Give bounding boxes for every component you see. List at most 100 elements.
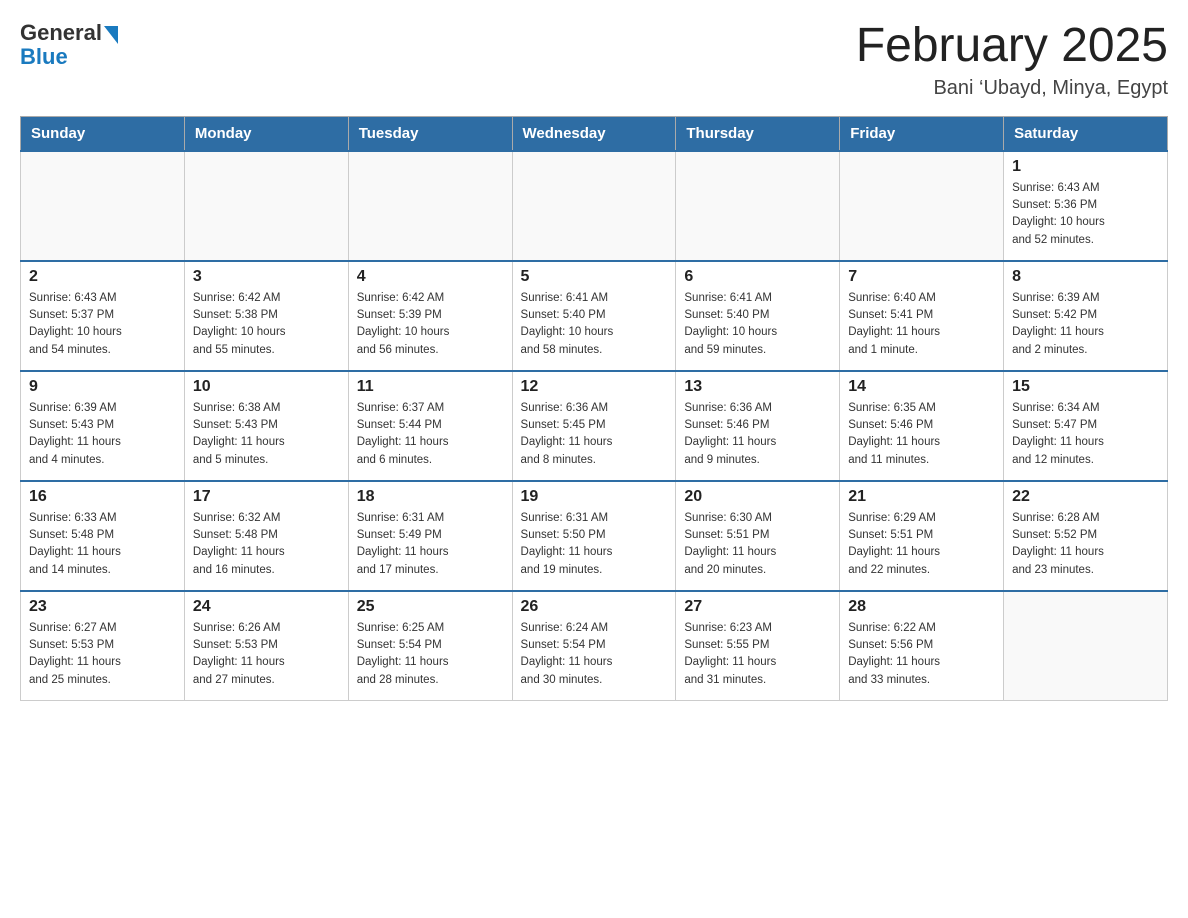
day-info: Sunrise: 6:26 AM Sunset: 5:53 PM Dayligh… <box>193 620 340 689</box>
calendar-cell: 21 Sunrise: 6:29 AM Sunset: 5:51 PM Dayli… <box>840 481 1004 591</box>
day-info: Sunrise: 6:31 AM Sunset: 5:50 PM Dayligh… <box>521 510 668 579</box>
day-info: Sunrise: 6:43 AM Sunset: 5:37 PM Dayligh… <box>29 290 176 359</box>
weekday-header-row: SundayMondayTuesdayWednesdayThursdayFrid… <box>21 116 1168 151</box>
month-title: February 2025 <box>856 20 1168 73</box>
weekday-header-saturday: Saturday <box>1004 116 1168 151</box>
day-number: 10 <box>193 378 340 396</box>
day-number: 9 <box>29 378 176 396</box>
calendar-cell <box>840 151 1004 261</box>
day-number: 15 <box>1012 378 1159 396</box>
calendar-cell: 3 Sunrise: 6:42 AM Sunset: 5:38 PM Daylig… <box>184 261 348 371</box>
logo-blue-text: Blue <box>20 44 68 70</box>
day-info: Sunrise: 6:31 AM Sunset: 5:49 PM Dayligh… <box>357 510 504 579</box>
day-info: Sunrise: 6:41 AM Sunset: 5:40 PM Dayligh… <box>684 290 831 359</box>
calendar-cell: 10Sunrise: 6:38 AM Sunset: 5:43 PM Dayli… <box>184 371 348 481</box>
day-number: 24 <box>193 598 340 616</box>
day-info: Sunrise: 6:24 AM Sunset: 5:54 PM Dayligh… <box>521 620 668 689</box>
calendar-cell: 28 Sunrise: 6:22 AM Sunset: 5:56 PM Dayli… <box>840 591 1004 701</box>
day-info: Sunrise: 6:40 AM Sunset: 5:41 PM Dayligh… <box>848 290 995 359</box>
weekday-header-tuesday: Tuesday <box>348 116 512 151</box>
day-info: Sunrise: 6:41 AM Sunset: 5:40 PM Dayligh… <box>521 290 668 359</box>
page-header: General Blue February 2025 Bani ‘Ubayd, … <box>20 20 1168 100</box>
location-title: Bani ‘Ubayd, Minya, Egypt <box>856 77 1168 100</box>
weekday-header-sunday: Sunday <box>21 116 185 151</box>
day-number: 18 <box>357 488 504 506</box>
calendar-cell: 13Sunrise: 6:36 AM Sunset: 5:46 PM Dayli… <box>676 371 840 481</box>
day-info: Sunrise: 6:36 AM Sunset: 5:45 PM Dayligh… <box>521 400 668 469</box>
calendar-cell: 12 Sunrise: 6:36 AM Sunset: 5:45 PM Dayli… <box>512 371 676 481</box>
day-number: 4 <box>357 268 504 286</box>
day-number: 2 <box>29 268 176 286</box>
day-number: 13 <box>684 378 831 396</box>
calendar-cell: 22Sunrise: 6:28 AM Sunset: 5:52 PM Dayli… <box>1004 481 1168 591</box>
calendar-cell: 19 Sunrise: 6:31 AM Sunset: 5:50 PM Dayli… <box>512 481 676 591</box>
logo-arrow-icon <box>104 26 118 44</box>
calendar-cell: 24 Sunrise: 6:26 AM Sunset: 5:53 PM Dayli… <box>184 591 348 701</box>
calendar-cell: 26 Sunrise: 6:24 AM Sunset: 5:54 PM Dayli… <box>512 591 676 701</box>
day-number: 7 <box>848 268 995 286</box>
calendar-cell: 17Sunrise: 6:32 AM Sunset: 5:48 PM Dayli… <box>184 481 348 591</box>
title-block: February 2025 Bani ‘Ubayd, Minya, Egypt <box>856 20 1168 100</box>
day-info: Sunrise: 6:33 AM Sunset: 5:48 PM Dayligh… <box>29 510 176 579</box>
day-number: 17 <box>193 488 340 506</box>
day-info: Sunrise: 6:29 AM Sunset: 5:51 PM Dayligh… <box>848 510 995 579</box>
calendar-cell: 7 Sunrise: 6:40 AM Sunset: 5:41 PM Daylig… <box>840 261 1004 371</box>
calendar-cell: 4 Sunrise: 6:42 AM Sunset: 5:39 PM Daylig… <box>348 261 512 371</box>
calendar-cell <box>184 151 348 261</box>
day-number: 5 <box>521 268 668 286</box>
day-info: Sunrise: 6:39 AM Sunset: 5:42 PM Dayligh… <box>1012 290 1159 359</box>
calendar-cell: 16Sunrise: 6:33 AM Sunset: 5:48 PM Dayli… <box>21 481 185 591</box>
day-info: Sunrise: 6:23 AM Sunset: 5:55 PM Dayligh… <box>684 620 831 689</box>
week-row-4: 16Sunrise: 6:33 AM Sunset: 5:48 PM Dayli… <box>21 481 1168 591</box>
day-number: 21 <box>848 488 995 506</box>
day-info: Sunrise: 6:34 AM Sunset: 5:47 PM Dayligh… <box>1012 400 1159 469</box>
day-info: Sunrise: 6:42 AM Sunset: 5:39 PM Dayligh… <box>357 290 504 359</box>
weekday-header-monday: Monday <box>184 116 348 151</box>
day-number: 8 <box>1012 268 1159 286</box>
day-info: Sunrise: 6:30 AM Sunset: 5:51 PM Dayligh… <box>684 510 831 579</box>
day-info: Sunrise: 6:27 AM Sunset: 5:53 PM Dayligh… <box>29 620 176 689</box>
calendar-cell: 5 Sunrise: 6:41 AM Sunset: 5:40 PM Daylig… <box>512 261 676 371</box>
logo: General Blue <box>20 20 118 70</box>
day-number: 12 <box>521 378 668 396</box>
day-number: 3 <box>193 268 340 286</box>
calendar-cell: 1 Sunrise: 6:43 AM Sunset: 5:36 PM Daylig… <box>1004 151 1168 261</box>
day-number: 11 <box>357 378 504 396</box>
calendar-cell: 20 Sunrise: 6:30 AM Sunset: 5:51 PM Dayli… <box>676 481 840 591</box>
day-number: 22 <box>1012 488 1159 506</box>
calendar-cell: 14Sunrise: 6:35 AM Sunset: 5:46 PM Dayli… <box>840 371 1004 481</box>
day-info: Sunrise: 6:37 AM Sunset: 5:44 PM Dayligh… <box>357 400 504 469</box>
day-number: 14 <box>848 378 995 396</box>
day-number: 26 <box>521 598 668 616</box>
day-info: Sunrise: 6:39 AM Sunset: 5:43 PM Dayligh… <box>29 400 176 469</box>
calendar-cell <box>1004 591 1168 701</box>
calendar-cell: 18 Sunrise: 6:31 AM Sunset: 5:49 PM Dayli… <box>348 481 512 591</box>
calendar-cell <box>21 151 185 261</box>
calendar-cell: 9 Sunrise: 6:39 AM Sunset: 5:43 PM Daylig… <box>21 371 185 481</box>
logo-general-text: General <box>20 20 102 46</box>
day-info: Sunrise: 6:42 AM Sunset: 5:38 PM Dayligh… <box>193 290 340 359</box>
day-number: 25 <box>357 598 504 616</box>
week-row-2: 2 Sunrise: 6:43 AM Sunset: 5:37 PM Daylig… <box>21 261 1168 371</box>
day-info: Sunrise: 6:43 AM Sunset: 5:36 PM Dayligh… <box>1012 180 1159 249</box>
week-row-3: 9 Sunrise: 6:39 AM Sunset: 5:43 PM Daylig… <box>21 371 1168 481</box>
weekday-header-thursday: Thursday <box>676 116 840 151</box>
calendar-cell: 11 Sunrise: 6:37 AM Sunset: 5:44 PM Dayli… <box>348 371 512 481</box>
day-number: 23 <box>29 598 176 616</box>
calendar-table: SundayMondayTuesdayWednesdayThursdayFrid… <box>20 116 1168 702</box>
calendar-cell: 2 Sunrise: 6:43 AM Sunset: 5:37 PM Daylig… <box>21 261 185 371</box>
calendar-cell <box>676 151 840 261</box>
week-row-5: 23 Sunrise: 6:27 AM Sunset: 5:53 PM Dayli… <box>21 591 1168 701</box>
day-number: 1 <box>1012 158 1159 176</box>
weekday-header-friday: Friday <box>840 116 1004 151</box>
day-number: 19 <box>521 488 668 506</box>
week-row-1: 1 Sunrise: 6:43 AM Sunset: 5:36 PM Daylig… <box>21 151 1168 261</box>
day-info: Sunrise: 6:22 AM Sunset: 5:56 PM Dayligh… <box>848 620 995 689</box>
calendar-cell: 8 Sunrise: 6:39 AM Sunset: 5:42 PM Daylig… <box>1004 261 1168 371</box>
day-number: 28 <box>848 598 995 616</box>
calendar-cell <box>348 151 512 261</box>
day-number: 27 <box>684 598 831 616</box>
calendar-cell: 23 Sunrise: 6:27 AM Sunset: 5:53 PM Dayli… <box>21 591 185 701</box>
day-number: 20 <box>684 488 831 506</box>
calendar-cell <box>512 151 676 261</box>
